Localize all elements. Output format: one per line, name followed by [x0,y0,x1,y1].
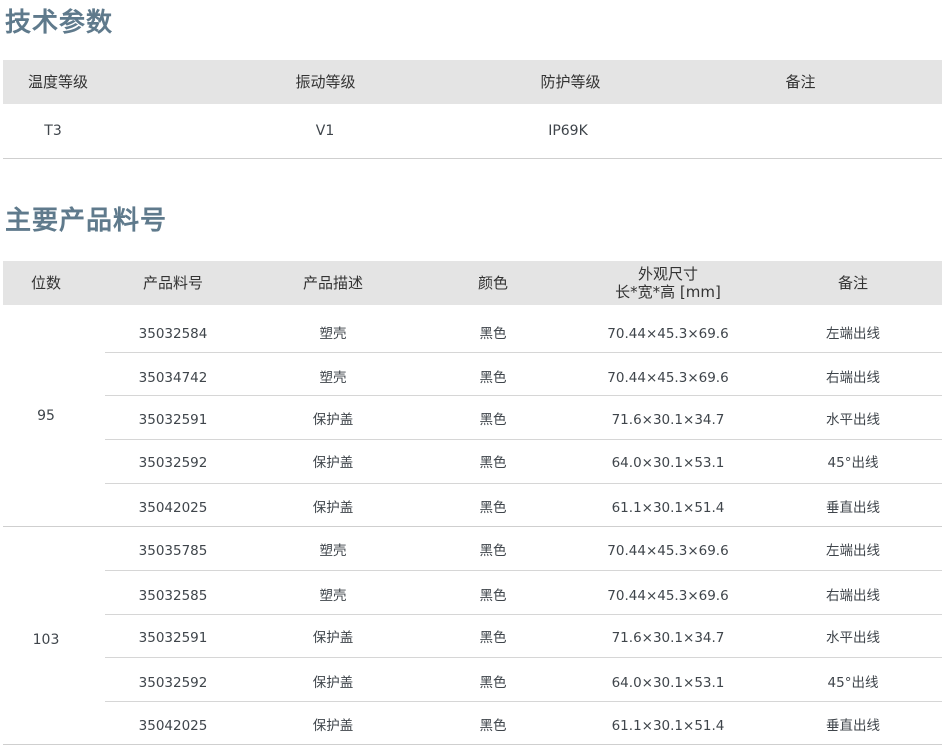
header-dimensions-line1: 外观尺寸 [637,265,698,283]
part-number: 35032584 [138,326,208,342]
description: 塑壳 [319,543,347,559]
description: 塑壳 [319,370,347,386]
dimensions: 70.44×45.3×69.6 [607,326,729,342]
tech-params-title: 技术参数 [5,8,114,38]
table-row: 35032585 塑壳 黑色 70.44×45.3×69.6 右端出线 [105,574,942,618]
dimensions: 71.6×30.1×34.7 [611,412,725,428]
header-remarks: 备注 [785,73,816,91]
table-row: 35034742 塑壳 黑色 70.44×45.3×69.6 右端出线 [105,356,942,400]
dimensions: 61.1×30.1×51.4 [611,500,725,516]
note: 右端出线 [826,370,880,386]
description: 保护盖 [312,455,354,471]
note: 左端出线 [826,326,880,342]
dimensions: 70.44×45.3×69.6 [607,543,729,559]
table-row: 35042025 保护盖 黑色 61.1×30.1×51.4 垂直出线 [105,704,942,748]
tech-params-value-row: T3 V1 IP69K [3,104,942,159]
dimensions: 71.6×30.1×34.7 [611,630,725,646]
dimensions: 61.1×30.1×51.4 [611,718,725,734]
table-row: 35035785 塑壳 黑色 70.44×45.3×69.6 左端出线 [105,529,942,573]
group-digits: 103 [32,632,60,648]
row-divider [105,614,942,615]
table-row: 35032584 塑壳 黑色 70.44×45.3×69.6 左端出线 [105,312,942,356]
dimensions: 70.44×45.3×69.6 [607,370,729,386]
dimensions: 64.0×30.1×53.1 [611,675,725,691]
protection-class-value: IP69K [548,123,588,139]
tech-params-header-row: 温度等级 振动等级 防护等级 备注 [3,60,942,104]
group-digits: 95 [37,407,55,424]
description: 塑壳 [319,588,347,604]
table-row: 35032592 保护盖 黑色 64.0×30.1×53.1 45°出线 [105,441,942,485]
header-vibration-class: 振动等级 [295,73,356,91]
color: 黑色 [479,326,507,342]
row-divider [105,483,942,484]
part-number: 35032585 [138,588,208,604]
product-group-103: 103 35035785 塑壳 黑色 70.44×45.3×69.6 左端出线 … [3,527,942,745]
row-divider [105,570,942,571]
description: 保护盖 [312,500,354,516]
color: 黑色 [479,370,507,386]
header-temperature-class: 温度等级 [27,73,88,91]
part-number: 35034742 [138,370,208,386]
row-divider [105,352,942,353]
part-number: 35032592 [138,455,208,471]
vibration-class-value: V1 [315,123,335,139]
part-number: 35035785 [138,543,208,559]
products-header-row: 位数 产品料号 产品描述 颜色 外观尺寸 长*宽*高 [mm] 备注 [3,261,942,305]
description: 保护盖 [312,630,354,646]
note: 45°出线 [827,675,879,691]
part-number: 35032591 [138,412,208,428]
header-description: 产品描述 [302,274,363,292]
row-divider [105,701,942,702]
note: 左端出线 [826,543,880,559]
table-row: 35042025 保护盖 黑色 61.1×30.1×51.4 垂直出线 [105,486,942,530]
table-bottom-border [3,744,942,745]
part-number: 35042025 [138,718,208,734]
note: 水平出线 [826,630,880,646]
header-note: 备注 [837,274,868,292]
remarks-value [748,104,853,158]
color: 黑色 [479,675,507,691]
description: 保护盖 [312,718,354,734]
description: 保护盖 [312,675,354,691]
row-divider [105,395,942,396]
header-color: 颜色 [477,274,508,292]
temperature-class-value: T3 [44,123,62,139]
dimensions: 70.44×45.3×69.6 [607,588,729,604]
table-row: 35032592 保护盖 黑色 64.0×30.1×53.1 45°出线 [105,661,942,705]
row-divider [105,439,942,440]
part-number: 35032591 [138,630,208,646]
note: 45°出线 [827,455,879,471]
note: 右端出线 [826,588,880,604]
product-group-95: 95 35032584 塑壳 黑色 70.44×45.3×69.6 左端出线 3… [3,305,942,526]
description: 保护盖 [312,412,354,428]
header-dimensions-line2: 长*宽*高 [mm] [615,283,721,301]
color: 黑色 [479,588,507,604]
color: 黑色 [479,455,507,471]
note: 垂直出线 [826,718,880,734]
products-table-body: 95 35032584 塑壳 黑色 70.44×45.3×69.6 左端出线 3… [3,305,942,745]
color: 黑色 [479,630,507,646]
header-part-number: 产品料号 [142,274,203,292]
table-row: 35032591 保护盖 黑色 71.6×30.1×34.7 水平出线 [105,398,942,442]
color: 黑色 [479,412,507,428]
color: 黑色 [479,500,507,516]
header-digits: 位数 [30,274,61,292]
table-row: 35032591 保护盖 黑色 71.6×30.1×34.7 水平出线 [105,616,942,660]
note: 水平出线 [826,412,880,428]
header-protection-class: 防护等级 [540,73,601,91]
part-number: 35032592 [138,675,208,691]
part-number: 35042025 [138,500,208,516]
color: 黑色 [479,718,507,734]
products-title: 主要产品料号 [5,206,168,236]
note: 垂直出线 [826,500,880,516]
color: 黑色 [479,543,507,559]
dimensions: 64.0×30.1×53.1 [611,455,725,471]
row-divider [105,657,942,658]
header-dimensions: 外观尺寸 长*宽*高 [mm] [588,261,748,305]
description: 塑壳 [319,326,347,342]
